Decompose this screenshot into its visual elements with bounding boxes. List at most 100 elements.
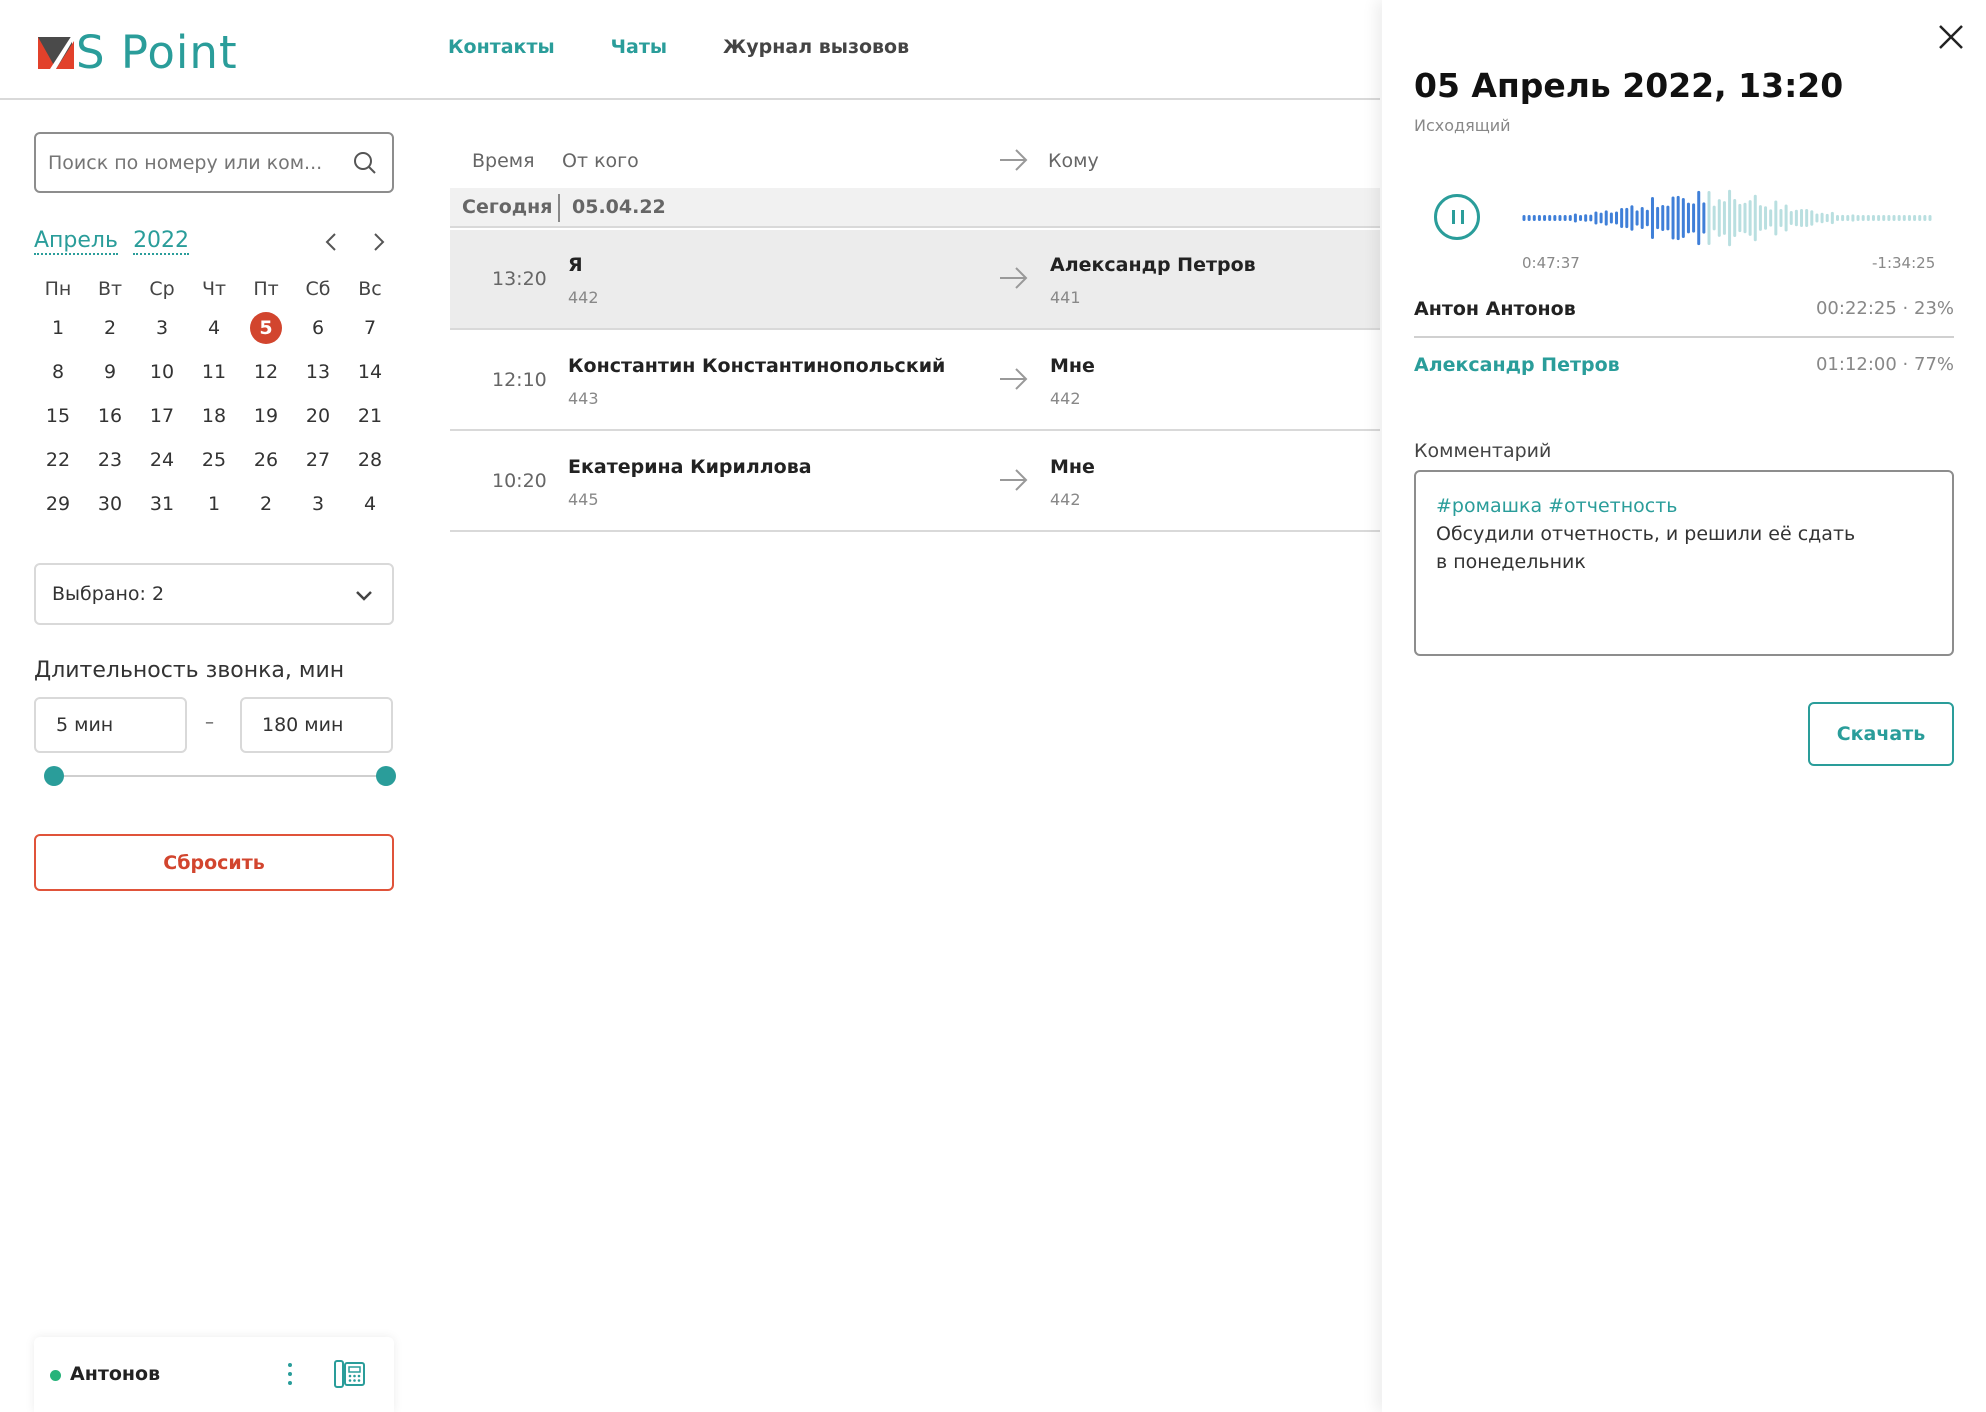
call-to: Александр Петров — [1050, 254, 1256, 276]
arrow-right-icon — [998, 466, 1030, 498]
audio-waveform[interactable] — [1522, 186, 1932, 250]
calendar-day[interactable]: 22 — [32, 438, 84, 482]
calendar-day[interactable]: 21 — [344, 394, 396, 438]
calendar-day[interactable]: 1 — [188, 482, 240, 526]
user-name: Антонов — [70, 1363, 161, 1385]
call-row[interactable]: 13:20 Я 442 Александр Петров 441 — [450, 230, 1380, 330]
calendar-day-number: 13 — [305, 361, 331, 383]
calendar-day-number: 8 — [51, 361, 65, 383]
calendar-day[interactable]: 29 — [32, 482, 84, 526]
top-header: S Point Контакты Чаты Журнал вызовов — [0, 0, 1380, 100]
weekday-label: Ср — [149, 278, 175, 300]
call-row[interactable]: 10:20 Екатерина Кириллова 445 Мне 442 — [450, 432, 1380, 532]
call-from-ext: 445 — [568, 490, 599, 509]
calendar-day[interactable]: 4 — [188, 306, 240, 350]
more-vertical-icon[interactable] — [282, 1359, 298, 1393]
calendar-day[interactable]: 14 — [344, 350, 396, 394]
close-icon[interactable] — [1936, 22, 1966, 56]
chevron-right-icon[interactable] — [366, 230, 390, 254]
calendar-day[interactable]: 4 — [344, 482, 396, 526]
comment-tags[interactable]: #ромашка #отчетность — [1436, 492, 1932, 520]
calendar-day[interactable]: 3 — [292, 482, 344, 526]
download-button[interactable]: Скачать — [1808, 702, 1954, 766]
calendar-day-number: 30 — [97, 493, 123, 515]
call-to-ext: 441 — [1050, 288, 1081, 307]
calendar-day[interactable]: 20 — [292, 394, 344, 438]
call-time: 12:10 — [492, 369, 547, 391]
call-row[interactable]: 12:10 Константин Константинопольский 443… — [450, 331, 1380, 431]
duration-slider-track[interactable] — [54, 775, 386, 777]
calendar-day[interactable]: 13 — [292, 350, 344, 394]
chevron-left-icon[interactable] — [320, 230, 344, 254]
call-from: Екатерина Кириллова — [568, 456, 812, 478]
call-time: 10:20 — [492, 470, 547, 492]
call-from-ext: 443 — [568, 389, 599, 408]
calendar-day-number: 3 — [311, 493, 325, 515]
calendar-day[interactable]: 2 — [84, 306, 136, 350]
calendar-month[interactable]: Апрель — [34, 228, 118, 255]
call-to-ext: 442 — [1050, 389, 1081, 408]
calendar-day[interactable]: 7 — [344, 306, 396, 350]
calendar-day-number: 2 — [103, 317, 117, 339]
calendar-day-number: 22 — [45, 449, 71, 471]
speaker-row[interactable]: Александр Петров 01:12:00 · 77% — [1414, 354, 1954, 384]
arrow-right-icon — [998, 264, 1030, 296]
calendar-day[interactable]: 12 — [240, 350, 292, 394]
duration-slider-max-handle[interactable] — [376, 766, 396, 786]
calendar-day-number: 23 — [97, 449, 123, 471]
nav-call-log[interactable]: Журнал вызовов — [723, 36, 909, 58]
group-date: 05.04.22 — [572, 196, 666, 218]
calendar-day[interactable]: 24 — [136, 438, 188, 482]
comment-field[interactable]: #ромашка #отчетность Обсудили отчетность… — [1414, 470, 1954, 656]
desk-phone-icon[interactable] — [334, 1359, 366, 1393]
calendar-day[interactable]: 27 — [292, 438, 344, 482]
chevron-down-icon — [354, 585, 374, 610]
search-icon[interactable] — [352, 150, 378, 180]
calendar-day-number: 15 — [45, 405, 71, 427]
calendar-day[interactable]: 25 — [188, 438, 240, 482]
playback-remaining-time: -1:34:25 — [1872, 254, 1936, 272]
column-time: Время — [472, 150, 535, 172]
search-input[interactable] — [36, 151, 336, 174]
call-to: Мне — [1050, 355, 1095, 377]
calendar-day-number: 5 — [250, 312, 282, 344]
calendar-day[interactable]: 5 — [240, 306, 292, 350]
group-divider — [558, 194, 560, 222]
duration-from-input[interactable] — [34, 697, 187, 753]
group-label: Сегодня — [462, 196, 553, 218]
duration-to-input[interactable] — [240, 697, 393, 753]
calendar-day-number: 14 — [357, 361, 383, 383]
calendar-day[interactable]: 1 — [32, 306, 84, 350]
calendar-day[interactable]: 19 — [240, 394, 292, 438]
pause-button[interactable] — [1434, 194, 1480, 240]
calendar-day[interactable]: 10 — [136, 350, 188, 394]
weekday-label: Чт — [201, 278, 227, 300]
calendar-day[interactable]: 9 — [84, 350, 136, 394]
calendar-day[interactable]: 26 — [240, 438, 292, 482]
selected-dropdown-value: Выбрано: 2 — [52, 583, 165, 605]
speaker-row[interactable]: Антон Антонов 00:22:25 · 23% — [1414, 298, 1954, 328]
calendar-day[interactable]: 28 — [344, 438, 396, 482]
calendar-day[interactable]: 3 — [136, 306, 188, 350]
calendar-year[interactable]: 2022 — [133, 228, 190, 255]
call-list-header: Время От кого Кому — [450, 140, 1380, 180]
comment-text: Обсудили отчетность, и решили её сдать в… — [1436, 523, 1856, 573]
calendar-day[interactable]: 15 — [32, 394, 84, 438]
duration-slider-min-handle[interactable] — [44, 766, 64, 786]
calendar-day[interactable]: 16 — [84, 394, 136, 438]
nav-chats[interactable]: Чаты — [611, 36, 667, 58]
reset-button[interactable]: Сбросить — [34, 834, 394, 891]
selected-dropdown[interactable]: Выбрано: 2 — [34, 563, 394, 625]
calendar-day[interactable]: 8 — [32, 350, 84, 394]
call-time: 13:20 — [492, 268, 547, 290]
calendar-day[interactable]: 6 — [292, 306, 344, 350]
calendar-day[interactable]: 23 — [84, 438, 136, 482]
calendar-day[interactable]: 11 — [188, 350, 240, 394]
logo[interactable]: S Point — [38, 26, 238, 79]
calendar-day[interactable]: 2 — [240, 482, 292, 526]
calendar-day[interactable]: 17 — [136, 394, 188, 438]
calendar-day[interactable]: 31 — [136, 482, 188, 526]
nav-contacts[interactable]: Контакты — [448, 36, 555, 58]
calendar-day[interactable]: 18 — [188, 394, 240, 438]
calendar-day[interactable]: 30 — [84, 482, 136, 526]
